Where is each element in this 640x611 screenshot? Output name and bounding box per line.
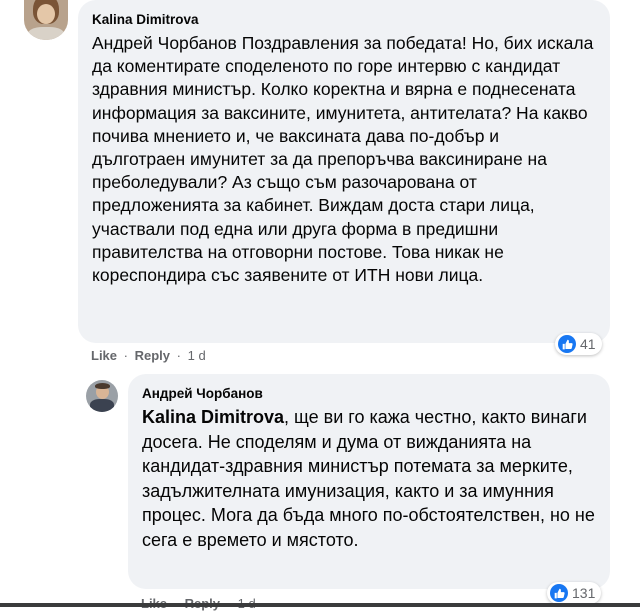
timestamp[interactable]: 1 d bbox=[188, 348, 206, 363]
comment-author[interactable]: Kalina Dimitrova bbox=[92, 12, 596, 27]
bottom-edge-divider bbox=[0, 603, 640, 607]
comment-body: , ще ви го кажа честно, както винаги дос… bbox=[142, 407, 595, 550]
reaction-summary[interactable]: 41 bbox=[555, 333, 602, 355]
avatar-andrey-chorbanov[interactable] bbox=[86, 380, 118, 412]
like-icon bbox=[558, 335, 576, 353]
comment-actions: Like · Reply · 1 d bbox=[91, 348, 206, 363]
mention-link[interactable]: Kalina Dimitrova bbox=[142, 407, 284, 427]
reaction-count: 41 bbox=[580, 336, 596, 352]
comment-text: Андрей Чорбанов Поздравления за победата… bbox=[92, 33, 594, 286]
comment-bubble-andrey: Андрей Чорбанов Kalina Dimitrova, ще ви … bbox=[128, 374, 610, 589]
avatar-kalina-dimitrova[interactable] bbox=[24, 0, 68, 40]
separator: · bbox=[176, 348, 181, 363]
separator: · bbox=[123, 348, 128, 363]
reply-link[interactable]: Reply bbox=[135, 348, 170, 363]
like-link[interactable]: Like bbox=[91, 348, 117, 363]
reaction-summary[interactable]: 131 bbox=[547, 582, 602, 604]
comment-bubble-kalina: Kalina Dimitrova Андрей Чорбанов Поздрав… bbox=[78, 0, 610, 343]
reaction-count: 131 bbox=[572, 585, 596, 601]
comment-text: Kalina Dimitrova, ще ви го кажа честно, … bbox=[142, 405, 596, 553]
comment-author[interactable]: Андрей Чорбанов bbox=[142, 386, 596, 401]
like-icon bbox=[550, 584, 568, 602]
